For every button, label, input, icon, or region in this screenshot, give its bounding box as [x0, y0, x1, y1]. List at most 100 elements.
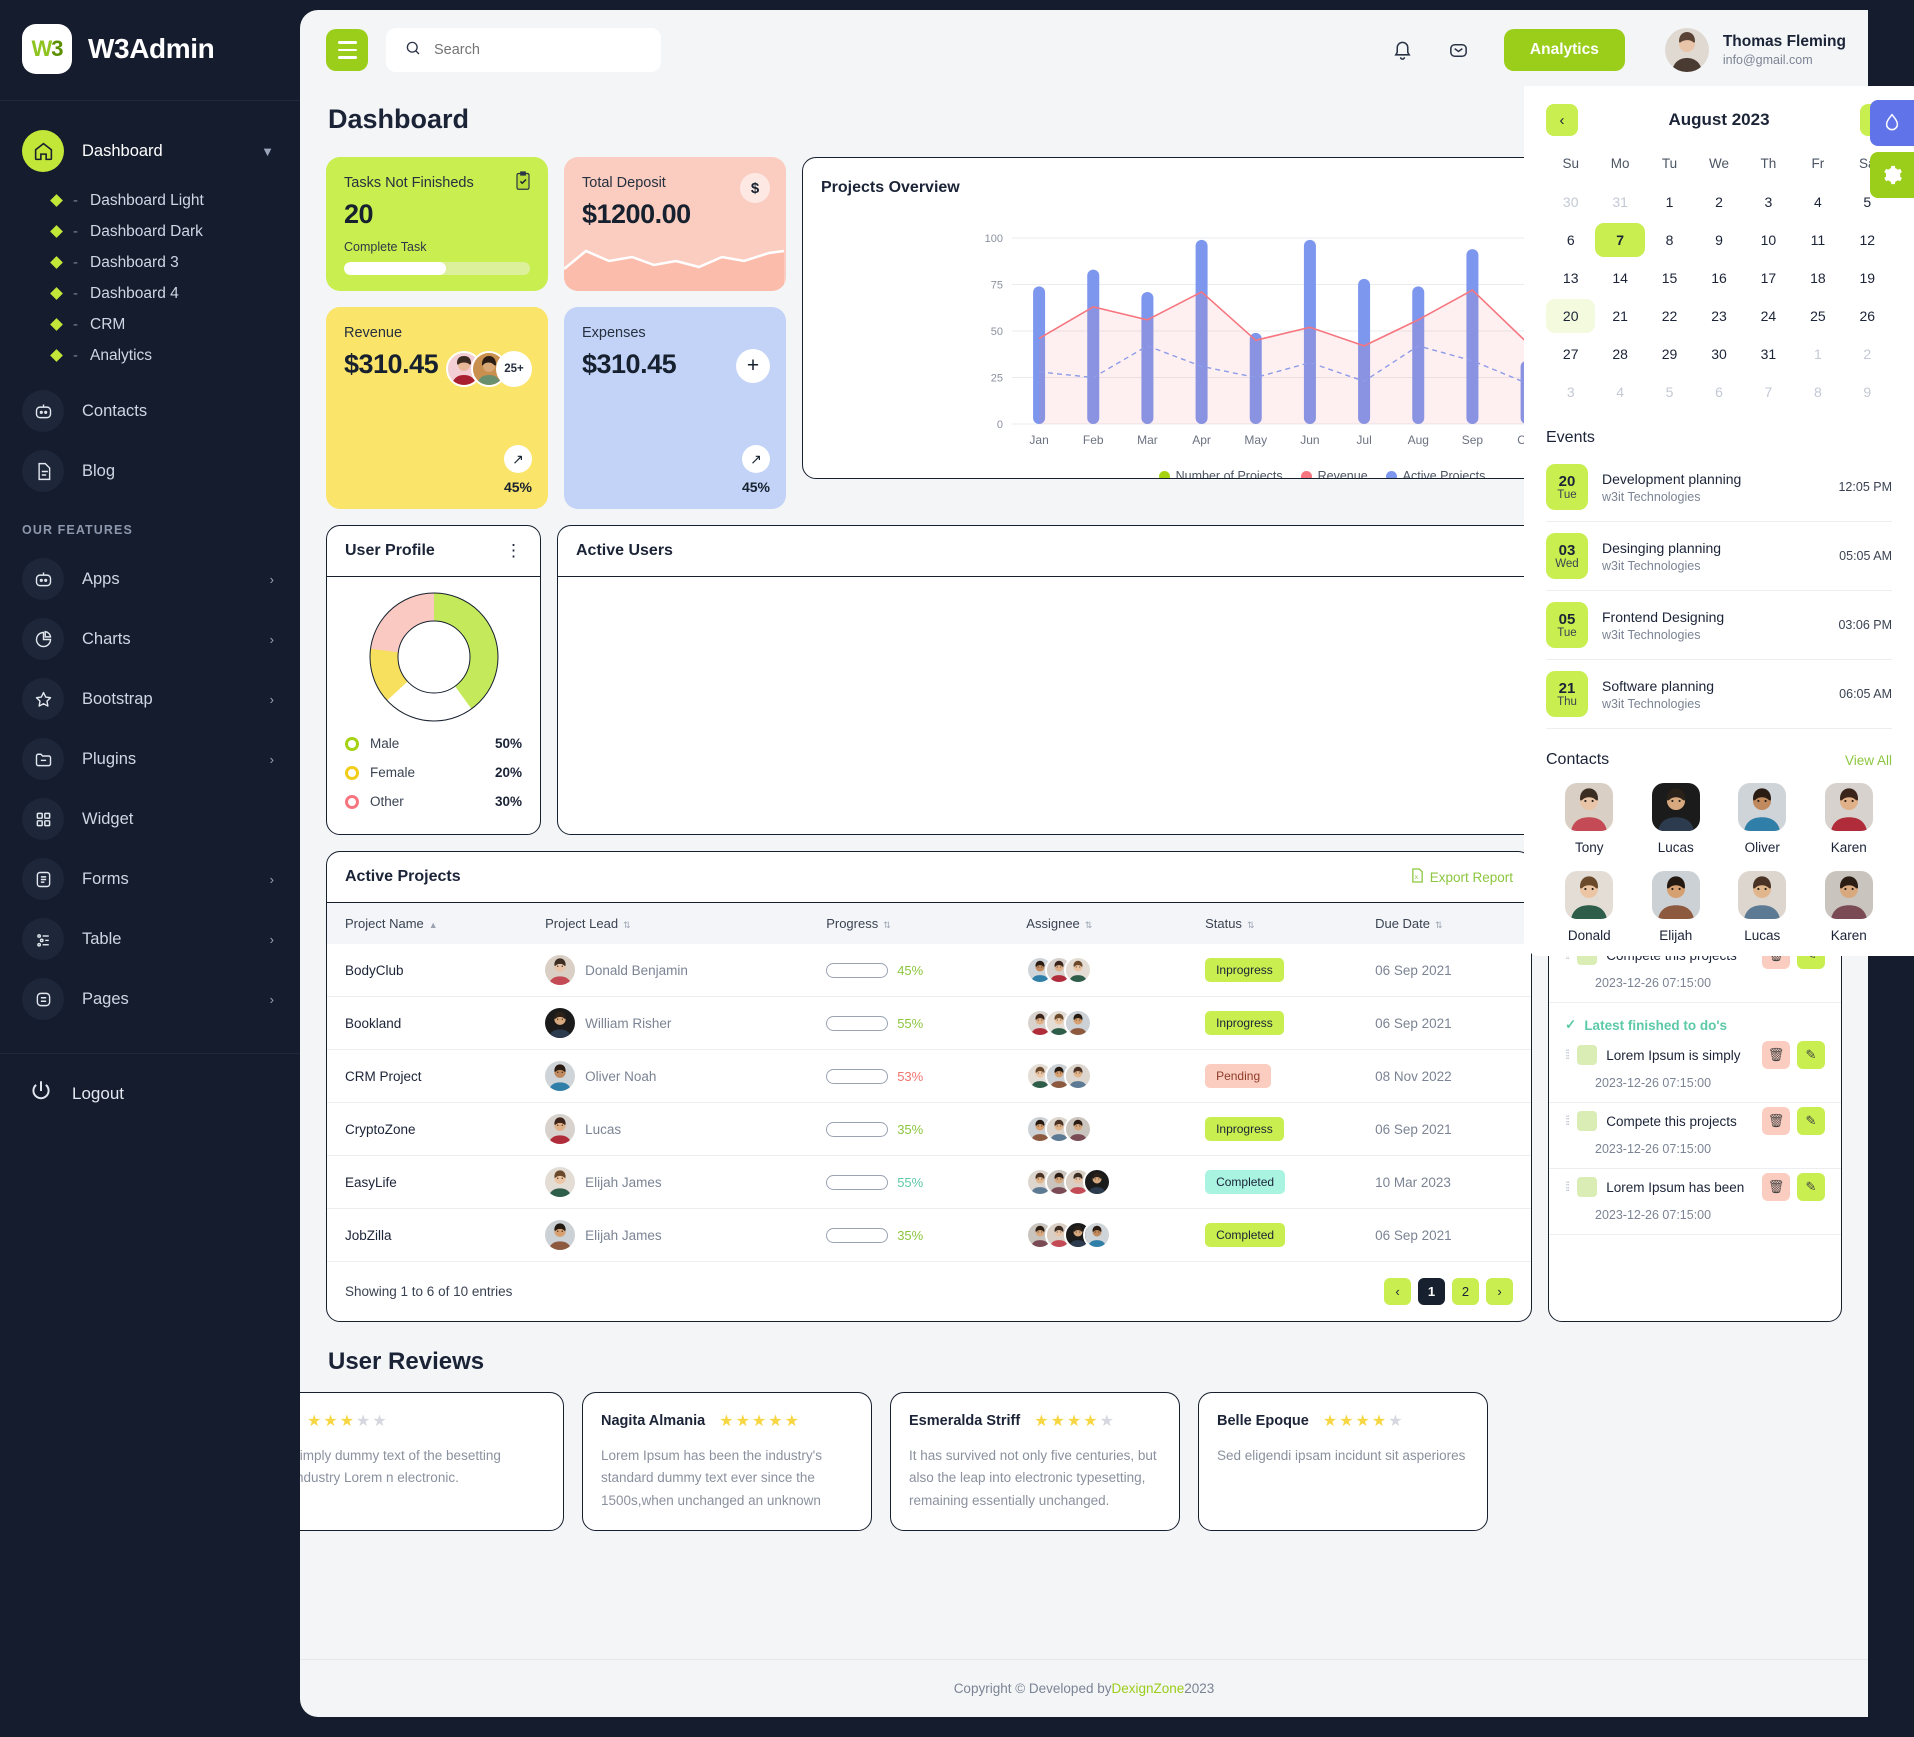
calendar-day[interactable]: 30 — [1694, 337, 1743, 371]
calendar-day[interactable]: 22 — [1645, 299, 1694, 333]
sidebar-item-forms[interactable]: Forms › — [0, 849, 300, 909]
sidebar-item-dashboard-3[interactable]: - Dashboard 3 — [0, 247, 300, 278]
sidebar-item-blog[interactable]: Blog — [0, 441, 300, 501]
calendar-day[interactable]: 18 — [1793, 261, 1842, 295]
hamburger-icon[interactable] — [326, 29, 368, 71]
bell-icon[interactable] — [1384, 31, 1422, 69]
stat-card-deposit[interactable]: Total Deposit $ $1200.00 — [564, 157, 786, 291]
calendar-day[interactable]: 31 — [1595, 185, 1644, 219]
sidebar-item-dashboard-4[interactable]: - Dashboard 4 — [0, 278, 300, 309]
calendar-day[interactable]: 1 — [1645, 185, 1694, 219]
calendar-day[interactable]: 8 — [1645, 223, 1694, 257]
contact-item[interactable]: Elijah — [1633, 871, 1720, 943]
calendar-day[interactable]: 28 — [1595, 337, 1644, 371]
calendar-day[interactable]: 30 — [1546, 185, 1595, 219]
calendar-day[interactable]: 9 — [1694, 223, 1743, 257]
sidebar-item-widget[interactable]: Widget — [0, 789, 300, 849]
stat-card-tasks[interactable]: Tasks Not Finisheds 20 Complete Task — [326, 157, 548, 291]
footer-brand[interactable]: DexignZone — [1111, 1681, 1184, 1696]
mail-icon[interactable] — [1440, 31, 1478, 69]
calendar-day[interactable]: 17 — [1744, 261, 1793, 295]
event-item[interactable]: 21 Thu Software planning w3it Technologies 0… — [1546, 660, 1892, 729]
calendar-day[interactable]: 10 — [1744, 223, 1793, 257]
more-vertical-icon[interactable]: ⋮ — [505, 542, 522, 559]
sidebar-item-crm[interactable]: - CRM — [0, 309, 300, 340]
drag-handle-icon[interactable]: ⁞⁞ — [1565, 1180, 1570, 1193]
edit-icon[interactable]: ✎ — [1797, 1173, 1825, 1201]
water-drop-icon[interactable] — [1870, 100, 1914, 146]
brand[interactable]: W3 W3Admin — [0, 0, 300, 100]
contact-item[interactable]: Donald — [1546, 871, 1633, 943]
pagination-prev[interactable]: ‹ — [1384, 1278, 1411, 1305]
contact-item[interactable]: Oliver — [1719, 783, 1806, 855]
logout-button[interactable]: Logout — [0, 1054, 300, 1133]
sidebar-item-table[interactable]: Table › — [0, 909, 300, 969]
event-item[interactable]: 20 Tue Development planning w3it Technologi… — [1546, 453, 1892, 522]
calendar-day[interactable]: 19 — [1843, 261, 1892, 295]
calendar-day[interactable]: 11 — [1793, 223, 1842, 257]
calendar-day[interactable]: 14 — [1595, 261, 1644, 295]
th-progress[interactable]: Progress ⇅ — [818, 903, 1018, 944]
sidebar-item-pages[interactable]: Pages › — [0, 969, 300, 1029]
calendar-day[interactable]: 9 — [1843, 375, 1892, 409]
table-row[interactable]: EasyLife Elijah James 55% Completed 10 Mar 2… — [327, 1155, 1531, 1209]
table-row[interactable]: CryptoZone Lucas 35% Inprogress 06 Sep 2021 — [327, 1102, 1531, 1156]
sidebar-item-bootstrap[interactable]: Bootstrap › — [0, 669, 300, 729]
calendar-day[interactable]: 24 — [1744, 299, 1793, 333]
table-row[interactable]: Bookland William Risher 55% Inprogress 06 Se… — [327, 996, 1531, 1050]
stat-card-expenses[interactable]: Expenses $310.45 + ↗ 45% — [564, 307, 786, 509]
calendar-day[interactable]: 4 — [1793, 185, 1842, 219]
pagination-page-2[interactable]: 2 — [1452, 1278, 1479, 1305]
delete-icon[interactable]: 🗑 — [1762, 1041, 1790, 1069]
export-report-button[interactable]: x Export Report — [1411, 868, 1513, 886]
todo-item[interactable]: ⁞⁞ Lorem Ipsum has been 🗑 ✎ 2023-12-26 07:15… — [1549, 1169, 1841, 1235]
calendar-day[interactable]: 4 — [1595, 375, 1644, 409]
contact-item[interactable]: Lucas — [1633, 783, 1720, 855]
calendar-day[interactable]: 1 — [1793, 337, 1842, 371]
pagination-next[interactable]: › — [1486, 1278, 1513, 1305]
stat-card-revenue[interactable]: Revenue $310.45 25+ ↗ 45% — [326, 307, 548, 509]
calendar-prev-button[interactable]: ‹ — [1546, 104, 1578, 136]
calendar-day[interactable]: 6 — [1694, 375, 1743, 409]
calendar-day[interactable]: 13 — [1546, 261, 1595, 295]
plus-icon[interactable]: + — [736, 349, 770, 383]
calendar-day[interactable]: 21 — [1595, 299, 1644, 333]
calendar-day[interactable]: 15 — [1645, 261, 1694, 295]
calendar-day[interactable]: 27 — [1546, 337, 1595, 371]
sidebar-item-contacts[interactable]: Contacts — [0, 381, 300, 441]
contact-item[interactable]: Karen — [1806, 871, 1893, 943]
calendar-day[interactable]: 2 — [1843, 337, 1892, 371]
calendar-day[interactable]: 3 — [1744, 185, 1793, 219]
calendar-day[interactable]: 23 — [1694, 299, 1743, 333]
sidebar-item-dashboard-dark[interactable]: - Dashboard Dark — [0, 216, 300, 247]
todo-item[interactable]: ⁞⁞ Compete this projects 🗑✎ 2023-12-26 07:1… — [1549, 1103, 1841, 1169]
contact-item[interactable]: Tony — [1546, 783, 1633, 855]
calendar-day[interactable]: 29 — [1645, 337, 1694, 371]
th-status[interactable]: Status ⇅ — [1197, 903, 1367, 944]
drag-handle-icon[interactable]: ⁞⁞ — [1565, 1114, 1570, 1127]
event-item[interactable]: 05 Tue Frontend Designing w3it Technologies… — [1546, 591, 1892, 660]
table-row[interactable]: BodyClub Donald Benjamin 45% Inprogress 06 S… — [327, 944, 1531, 997]
th-assignee[interactable]: Assignee ⇅ — [1018, 903, 1197, 944]
calendar-day[interactable]: 25 — [1793, 299, 1842, 333]
sidebar-item-charts[interactable]: Charts › — [0, 609, 300, 669]
th-project-name[interactable]: Project Name ▲ — [327, 903, 537, 944]
calendar-day[interactable]: 31 — [1744, 337, 1793, 371]
pagination-page-1[interactable]: 1 — [1418, 1278, 1445, 1305]
edit-icon[interactable]: ✎ — [1797, 1107, 1825, 1135]
calendar-day[interactable]: 8 — [1793, 375, 1842, 409]
user-profile-menu[interactable]: Thomas Fleming info@gmail.com — [1664, 28, 1846, 72]
contact-item[interactable]: Lucas — [1719, 871, 1806, 943]
th-due-date[interactable]: Due Date ⇅ — [1367, 903, 1531, 944]
gear-icon[interactable] — [1870, 152, 1914, 198]
calendar-day[interactable]: 12 — [1843, 223, 1892, 257]
th-project-lead[interactable]: Project Lead ⇅ — [537, 903, 818, 944]
search-box[interactable] — [386, 28, 661, 72]
calendar-day[interactable]: 20 — [1546, 299, 1596, 333]
calendar-day[interactable]: 16 — [1694, 261, 1743, 295]
sidebar-item-dashboard[interactable]: Dashboard ▼ — [0, 121, 300, 181]
sidebar-item-plugins[interactable]: Plugins › — [0, 729, 300, 789]
event-item[interactable]: 03 Wed Desinging planning w3it Technologies… — [1546, 522, 1892, 591]
calendar-day[interactable]: 5 — [1645, 375, 1694, 409]
contacts-view-all[interactable]: View All — [1845, 753, 1892, 768]
